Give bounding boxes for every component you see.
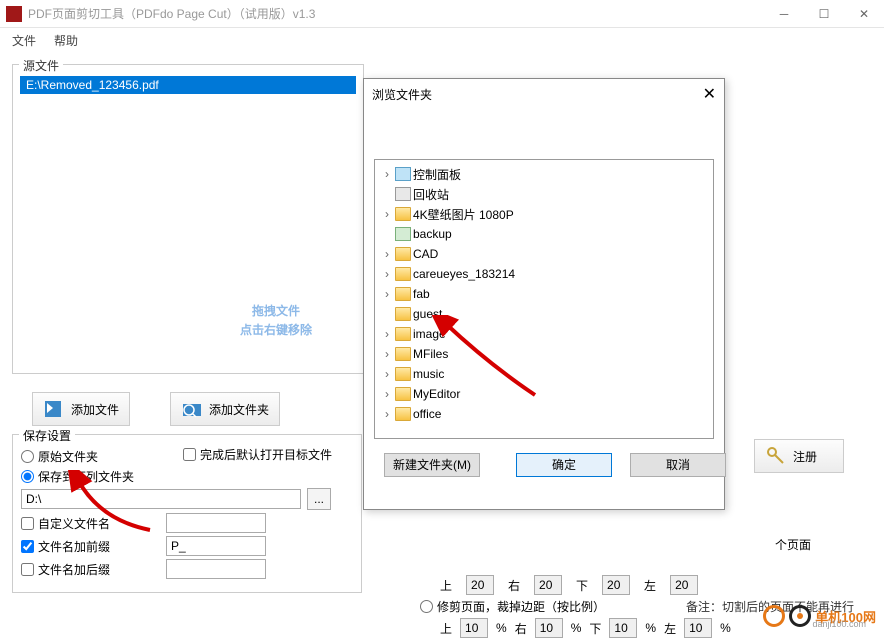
tree-item[interactable]: ›office <box>379 404 709 424</box>
prefix-input[interactable] <box>166 536 266 556</box>
ok-button[interactable]: 确定 <box>516 453 612 477</box>
source-group: 源文件 E:\Removed_123456.pdf <box>12 64 364 374</box>
browse-dialog: 浏览文件夹 ✕ ›控制面板回收站›4K壁纸图片 1080Pbackup›CAD›… <box>363 78 725 510</box>
dialog-title: 浏览文件夹 <box>372 86 703 103</box>
tree-item[interactable]: ›MyEditor <box>379 384 709 404</box>
file-list[interactable]: E:\Removed_123456.pdf <box>19 75 357 363</box>
watermark-logo: 单机100网 danji100.com <box>763 605 876 627</box>
titlebar: PDF页面剪切工具（PDFdo Page Cut）（试用版）v1.3 ─ ☐ ✕ <box>0 0 884 28</box>
tree-item-label: 控制面板 <box>413 166 461 183</box>
crop-left-pct[interactable] <box>684 618 712 638</box>
tree-item-label: 4K壁纸图片 1080P <box>413 206 514 223</box>
tree-item-label: music <box>413 367 444 381</box>
key-icon <box>765 445 787 467</box>
add-file-button[interactable]: 添加文件 <box>32 392 130 426</box>
suffix-input[interactable] <box>166 559 266 579</box>
custom-name-checkbox[interactable]: 自定义文件名 <box>21 515 110 532</box>
tree-item[interactable]: ›控制面板 <box>379 164 709 184</box>
tree-item-label: image <box>413 327 446 341</box>
prefix-checkbox[interactable]: 文件名加前缀 <box>21 538 110 555</box>
save-group: 保存设置 完成后默认打开目标文件 原始文件夹 保存到下列文件夹 ... 自定义文… <box>12 434 362 593</box>
save-legend: 保存设置 <box>19 427 75 444</box>
dialog-close-button[interactable]: ✕ <box>703 84 716 104</box>
save-to-folder-radio[interactable]: 保存到下列文件夹 <box>21 468 134 485</box>
close-button[interactable]: ✕ <box>844 0 884 28</box>
crop-down-pct[interactable] <box>609 618 637 638</box>
folder-icon <box>395 327 411 341</box>
dialog-titlebar: 浏览文件夹 ✕ <box>364 79 724 109</box>
suffix-checkbox[interactable]: 文件名加后缀 <box>21 561 110 578</box>
file-item[interactable]: E:\Removed_123456.pdf <box>20 76 356 94</box>
tree-item-label: CAD <box>413 247 438 261</box>
tree-item-label: office <box>413 407 441 421</box>
crop-left[interactable] <box>670 575 698 595</box>
folder-icon <box>395 287 411 301</box>
crop-right-pct[interactable] <box>535 618 563 638</box>
tree-item-label: 回收站 <box>413 186 449 203</box>
tree-item-label: fab <box>413 287 430 301</box>
crop-ratio-radio[interactable]: 修剪页面，裁掉边距（按比例） <box>420 598 605 615</box>
browse-button[interactable]: ... <box>307 488 331 510</box>
maximize-button[interactable]: ☐ <box>804 0 844 28</box>
menu-file[interactable]: 文件 <box>12 32 36 49</box>
add-folder-icon <box>181 398 203 420</box>
tree-item[interactable]: guest <box>379 304 709 324</box>
crop-right[interactable] <box>534 575 562 595</box>
new-folder-button[interactable]: 新建文件夹(M) <box>384 453 480 477</box>
folder-icon <box>395 387 411 401</box>
cancel-button[interactable]: 取消 <box>630 453 726 477</box>
folder-icon <box>395 407 411 421</box>
minimize-button[interactable]: ─ <box>764 0 804 28</box>
pages-suffix: 个页面 <box>775 536 811 553</box>
folder-icon <box>395 307 411 321</box>
folder-icon <box>395 267 411 281</box>
app-icon <box>6 6 22 22</box>
folder-tree[interactable]: ›控制面板回收站›4K壁纸图片 1080P backup ›CAD›careueye… <box>374 159 714 439</box>
panel-icon <box>395 167 411 181</box>
original-folder-radio[interactable]: 原始文件夹 <box>21 448 98 465</box>
crop-up[interactable] <box>466 575 494 595</box>
tree-item[interactable]: ›fab <box>379 284 709 304</box>
tree-item[interactable]: ›image <box>379 324 709 344</box>
tree-item[interactable]: ›music <box>379 364 709 384</box>
tree-item-label: MFiles <box>413 347 448 361</box>
drive-icon <box>395 227 411 241</box>
crop-down[interactable] <box>602 575 630 595</box>
add-file-icon <box>43 398 65 420</box>
auto-open-checkbox[interactable]: 完成后默认打开目标文件 <box>183 446 332 463</box>
save-path-input[interactable] <box>21 489 301 509</box>
tree-item-label: careueyes_183214 <box>413 267 515 281</box>
tree-item[interactable]: ›careueyes_183214 <box>379 264 709 284</box>
crop-panel: 上 右 下 左 修剪页面，裁掉边距（按比例） 上% 右% 下% 左% <box>420 572 731 641</box>
tree-item[interactable]: 回收站 <box>379 184 709 204</box>
tree-item[interactable]: ›4K壁纸图片 1080P <box>379 204 709 224</box>
window-title: PDF页面剪切工具（PDFdo Page Cut）（试用版）v1.3 <box>28 5 764 22</box>
crop-up-pct[interactable] <box>460 618 488 638</box>
tree-item-label: backup <box>413 227 452 241</box>
bin-icon <box>395 187 411 201</box>
folder-icon <box>395 207 411 221</box>
menu-help[interactable]: 帮助 <box>54 32 78 49</box>
tree-item[interactable]: ›CAD <box>379 244 709 264</box>
tree-item-label: guest <box>413 307 442 321</box>
folder-icon <box>395 367 411 381</box>
folder-icon <box>395 247 411 261</box>
register-button[interactable]: 注册 <box>754 439 844 473</box>
add-folder-button[interactable]: 添加文件夹 <box>170 392 280 426</box>
custom-name-input[interactable] <box>166 513 266 533</box>
folder-icon <box>395 347 411 361</box>
menubar: 文件 帮助 <box>0 28 884 52</box>
tree-item[interactable]: ›MFiles <box>379 344 709 364</box>
tree-item[interactable]: backup <box>379 224 709 244</box>
source-legend: 源文件 <box>19 57 63 74</box>
tree-item-label: MyEditor <box>413 387 460 401</box>
